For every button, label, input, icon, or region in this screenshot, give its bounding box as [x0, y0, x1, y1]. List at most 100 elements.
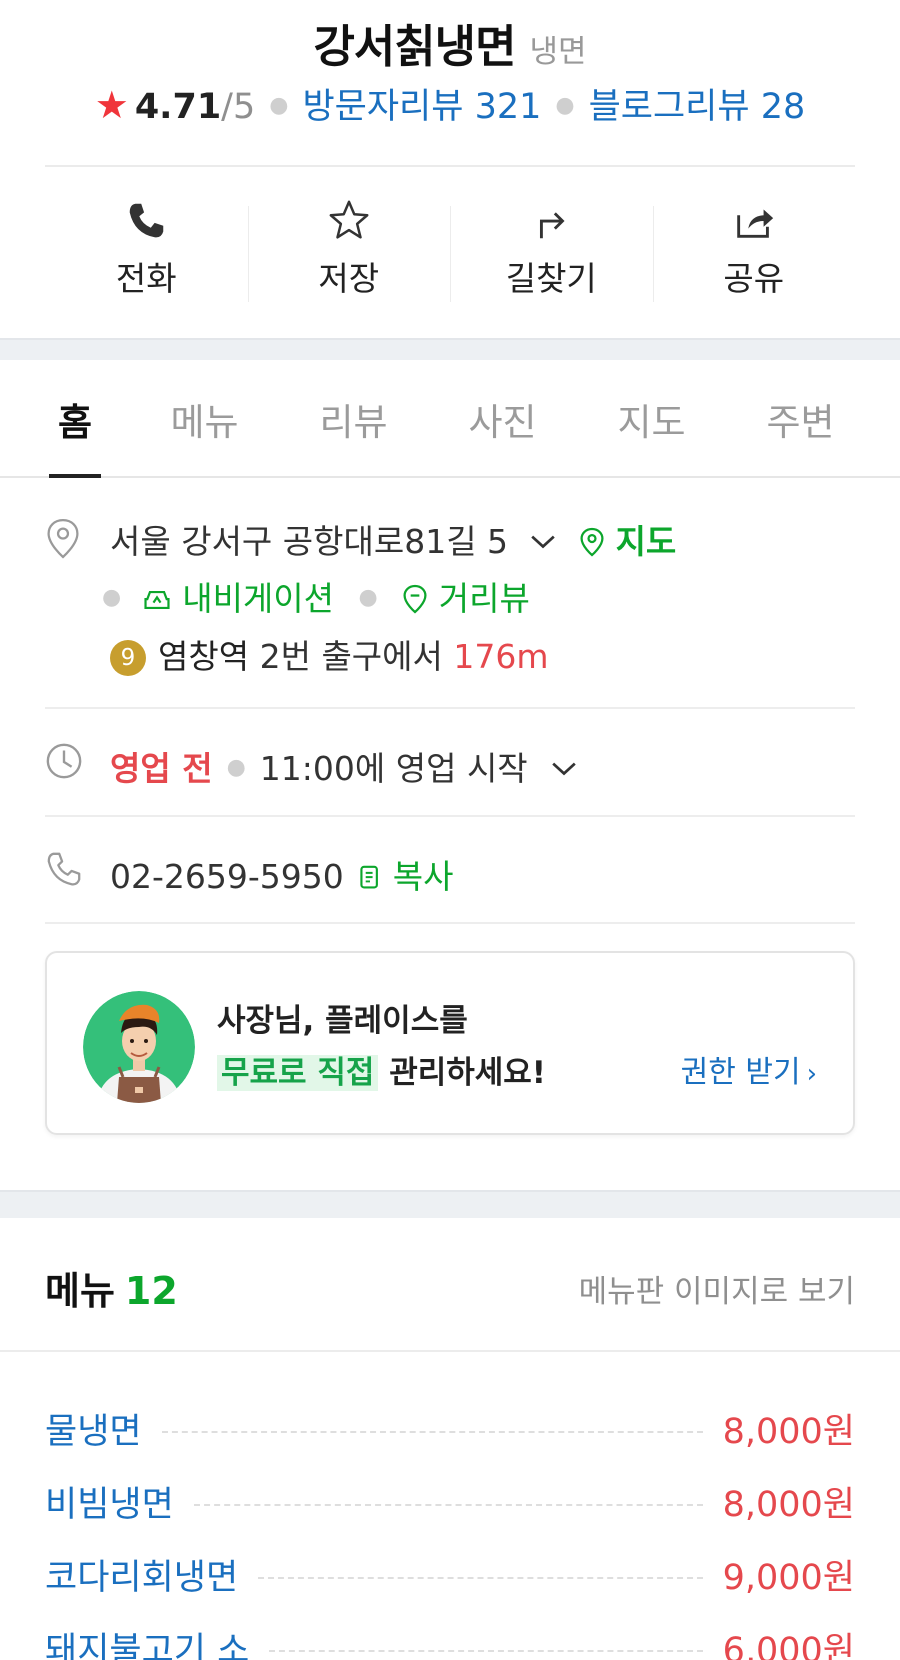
tab-photos[interactable]: 사진: [428, 360, 577, 476]
chevron-down-icon[interactable]: [550, 760, 578, 778]
distance: 176m: [453, 637, 549, 676]
share-icon: [736, 209, 773, 238]
blog-reviews-link[interactable]: 블로그리뷰 28: [589, 87, 806, 127]
street-view-label: 거리뷰: [438, 579, 530, 618]
menu-item-name: 비빔냉면: [45, 1485, 174, 1525]
hours-detail: 11:00에 영업 시작: [259, 749, 528, 788]
phone-outline-icon: [47, 852, 81, 886]
separator-dot: ●: [358, 585, 378, 610]
owner-promo-line1: 사장님, 플레이스를: [217, 1003, 468, 1039]
menu-item-leader: [269, 1649, 703, 1652]
owner-avatar: [83, 991, 195, 1103]
station-name: 염창역: [158, 637, 250, 676]
menu-count: 12: [124, 1269, 178, 1313]
hours-line: 영업 전 ● 11:00에 영업 시작: [110, 742, 578, 790]
phone-section: 02-2659-5950 복사: [45, 850, 855, 900]
menu-title-text: 메뉴: [45, 1269, 115, 1313]
menu-item[interactable]: 물냉면 8,000원: [45, 1392, 855, 1465]
phone-icon: [129, 203, 164, 238]
claim-link-label: 권한 받기: [680, 1055, 801, 1090]
call-button[interactable]: 전화: [45, 168, 248, 336]
section-gap: [0, 338, 900, 360]
visitor-reviews-link[interactable]: 방문자리뷰 321: [302, 87, 541, 127]
map-link-label: 지도: [615, 522, 677, 561]
navigation-label: 내비게이션: [182, 579, 335, 618]
tab-home[interactable]: 홈: [20, 360, 130, 478]
copy-icon: [360, 865, 379, 889]
separator-dot: ●: [226, 755, 246, 780]
menu-image-link[interactable]: 메뉴판 이미지로 보기: [579, 1266, 855, 1311]
save-label: 저장: [318, 259, 380, 298]
section-gap: [0, 1190, 900, 1218]
hours-section[interactable]: 영업 전 ● 11:00에 영업 시작: [45, 742, 855, 792]
owner-promo-rest: 관리하세요!: [378, 1055, 546, 1091]
address-section: 서울 강서구 공항대로81길 5 지도 ● 내비게이션 ● 거리뷰 9 염창역 …: [45, 515, 855, 710]
chevron-down-icon[interactable]: [529, 533, 557, 551]
tab-reviews[interactable]: 리뷰: [279, 360, 428, 476]
menu-item-name: 물냉면: [45, 1412, 142, 1452]
menu-item-name: 코다리회냉면: [45, 1558, 239, 1598]
tab-map[interactable]: 지도: [577, 360, 726, 476]
navigation-link[interactable]: 내비게이션: [142, 579, 345, 618]
menu-item[interactable]: 비빔냉면 8,000원: [45, 1465, 855, 1538]
divider: [45, 922, 855, 924]
owner-promo-line2: 무료로 직접 관리하세요!: [217, 1047, 546, 1092]
exit-text: 2번 출구에서: [259, 637, 443, 676]
menu-item[interactable]: 코다리회냉면 9,000원: [45, 1538, 855, 1611]
separator-dot: ●: [269, 93, 289, 118]
menu-item-price: 8,000원: [722, 1485, 855, 1525]
share-button[interactable]: 공유: [652, 168, 856, 336]
copy-label: 복사: [392, 857, 454, 896]
rating-value: 4.71: [134, 87, 222, 127]
save-button[interactable]: 저장: [247, 168, 451, 336]
place-category: 냉면: [529, 34, 587, 70]
copy-button[interactable]: 복사: [354, 857, 454, 896]
phone-line: 02-2659-5950 복사: [110, 850, 454, 898]
menu-item-name: 돼지불고기 소: [45, 1631, 250, 1660]
place-header: 강서칡냉면 냉면 ★ 4.71/5 ● 방문자리뷰 321 ● 블로그리뷰 28: [0, 0, 900, 165]
claim-ownership-link[interactable]: 권한 받기 ›: [681, 1047, 817, 1091]
place-name: 강서칡냉면: [313, 20, 516, 73]
owner-promo-highlight: 무료로 직접: [217, 1055, 379, 1091]
subway-info: 9 염창역 2번 출구에서 176m: [110, 630, 549, 678]
business-status: 영업 전: [110, 749, 213, 788]
street-view-link[interactable]: 거리뷰: [402, 579, 530, 618]
rating-max: /5: [221, 87, 256, 127]
menu-item-price: 8,000원: [722, 1412, 855, 1452]
menu-header: 메뉴 12 메뉴판 이미지로 보기: [45, 1260, 855, 1313]
rating-row: ★ 4.71/5 ● 방문자리뷰 321 ● 블로그리뷰 28: [0, 78, 900, 129]
place-detail-page: 강서칡냉면 냉면 ★ 4.71/5 ● 방문자리뷰 321 ● 블로그리뷰 28 전화 저장…: [0, 0, 900, 1660]
owner-illustration: [83, 991, 195, 1103]
menu-list: 물냉면 8,000원 비빔냉면 8,000원 코다리회냉면 9,000원 돼지불…: [45, 1392, 855, 1660]
separator-dot: ●: [555, 93, 575, 118]
star-outline-icon: [329, 200, 369, 239]
separator-dot: ●: [102, 585, 122, 610]
menu-item-price: 9,000원: [722, 1558, 855, 1598]
menu-item-leader: [258, 1576, 703, 1579]
car-icon: [144, 590, 170, 610]
subway-line-badge: 9: [110, 640, 146, 676]
map-pin-icon: [580, 527, 604, 557]
directions-label: 길찾기: [505, 259, 597, 298]
owner-promo-card[interactable]: 사장님, 플레이스를 무료로 직접 관리하세요! 권한 받기 ›: [45, 951, 855, 1135]
navigation-line: ● 내비게이션 ● 거리뷰: [102, 572, 530, 620]
divider: [45, 707, 855, 709]
share-label: 공유: [723, 259, 785, 298]
title-row: 강서칡냉면 냉면: [0, 10, 900, 75]
divider: [45, 815, 855, 817]
menu-item-leader: [193, 1503, 703, 1506]
tab-menu[interactable]: 메뉴: [130, 360, 279, 476]
phone-number[interactable]: 02-2659-5950: [110, 857, 344, 896]
address-line: 서울 강서구 공항대로81길 5 지도: [110, 515, 676, 563]
map-link[interactable]: 지도: [579, 522, 676, 561]
menu-item-price: 6,000원: [722, 1631, 855, 1660]
directions-button[interactable]: 길찾기: [450, 168, 653, 336]
action-bar: 전화 저장 길찾기 공유: [45, 168, 855, 336]
chevron-right-icon: ›: [806, 1059, 817, 1089]
clock-icon: [46, 743, 82, 779]
tab-bar: 홈 메뉴 리뷰 사진 지도 주변: [0, 360, 900, 478]
address-text: 서울 강서구 공항대로81길 5: [110, 522, 509, 561]
menu-item[interactable]: 돼지불고기 소 6,000원: [45, 1611, 855, 1660]
divider: [0, 1350, 900, 1352]
tab-nearby[interactable]: 주변: [726, 360, 875, 476]
